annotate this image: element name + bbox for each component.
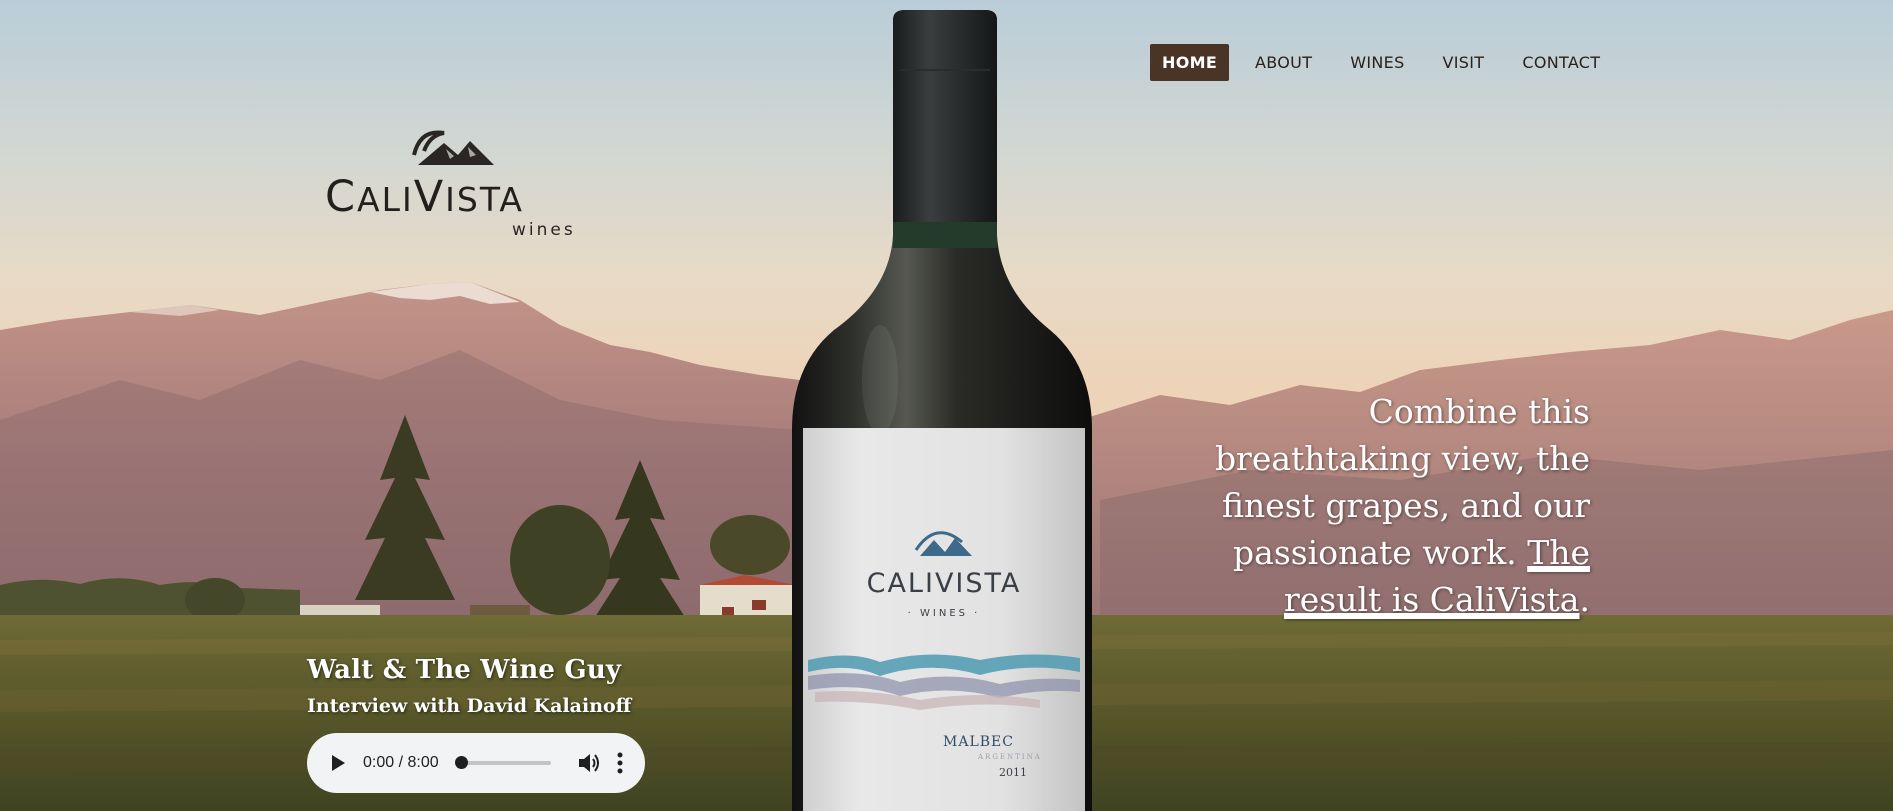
tagline-end: . — [1579, 580, 1591, 619]
logo-v: V — [413, 172, 446, 222]
bottle-label: CALIVISTA · WINES · MALBEC ARGENTINA 201… — [803, 428, 1085, 811]
label-origin: ARGENTINA — [978, 753, 1042, 761]
audio-seek-bar[interactable] — [454, 756, 551, 769]
label-brand: CALIVISTA — [866, 568, 1022, 599]
audio-player: 0:00 / 8:00 — [307, 733, 645, 793]
logo-ista: ISTA — [445, 180, 525, 219]
interview-title: Walt & The Wine Guy — [307, 655, 622, 685]
nav-visit[interactable]: VISIT — [1431, 44, 1497, 81]
more-vertical-icon[interactable] — [617, 752, 623, 774]
hero-tagline: Combine this breathtaking view, the fine… — [1160, 388, 1590, 623]
audio-time: 0:00 / 8:00 — [363, 754, 439, 771]
interview-block: Walt & The Wine Guy Interview with David… — [307, 655, 631, 717]
logo-subtext: wines — [512, 220, 576, 240]
nav-about[interactable]: ABOUT — [1243, 44, 1324, 81]
audio-seek-knob[interactable] — [454, 756, 468, 769]
label-sub: · WINES · — [907, 608, 981, 619]
site-logo[interactable]: CALIVISTA wines — [325, 120, 575, 245]
mountain-logo-icon — [412, 130, 494, 165]
label-year: 2011 — [999, 766, 1027, 779]
logo-ali: ALI — [357, 180, 414, 219]
play-icon[interactable] — [332, 755, 345, 771]
interview-subtitle: Interview with David Kalainoff — [307, 695, 632, 717]
main-nav: HOME ABOUT WINES VISIT CONTACT — [1150, 44, 1626, 81]
nav-contact[interactable]: CONTACT — [1510, 44, 1612, 81]
logo-wordmark: CALIVISTA — [325, 172, 524, 222]
nav-home[interactable]: HOME — [1150, 44, 1230, 81]
nav-wines[interactable]: WINES — [1338, 44, 1416, 81]
logo-c: C — [325, 172, 358, 222]
volume-icon[interactable] — [577, 751, 603, 775]
label-varietal: MALBEC — [943, 734, 1014, 750]
